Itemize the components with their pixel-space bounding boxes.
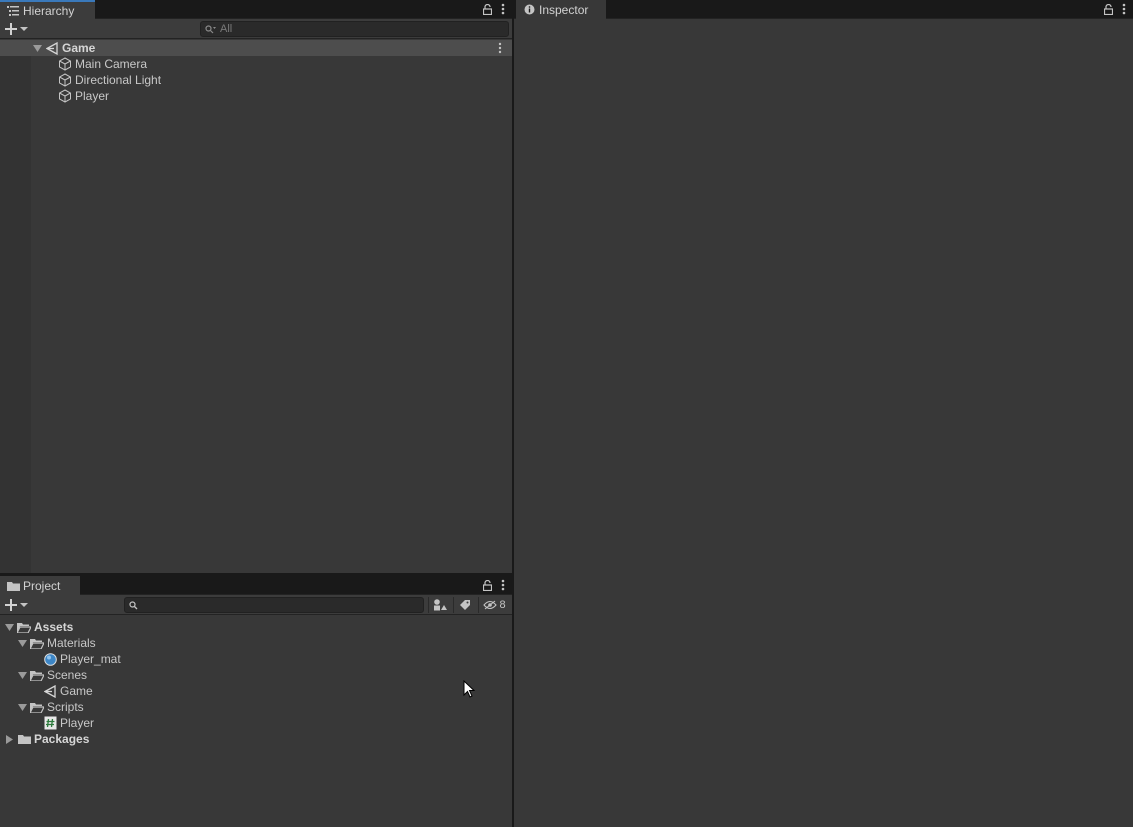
tree-item-scenes[interactable]: Scenes (17, 667, 87, 683)
tree-item-label: Scripts (47, 700, 84, 714)
hidden-count: 8 (499, 599, 506, 611)
hierarchy-search-placeholder: All (220, 23, 233, 35)
project-search-input[interactable] (124, 597, 424, 613)
expand-arrow-icon[interactable] (17, 702, 27, 712)
search-by-type-button[interactable] (428, 597, 450, 613)
tab-inspector-label: Inspector (539, 2, 589, 17)
plus-icon (5, 23, 17, 35)
cube-icon (58, 73, 72, 87)
more-options-icon[interactable] (498, 578, 508, 592)
tree-item-label: Assets (34, 620, 74, 634)
folder-icon (17, 732, 31, 746)
scene-name: Game (62, 41, 96, 55)
material-sphere-icon (43, 652, 57, 666)
hierarchy-gutter (0, 40, 31, 573)
lock-icon[interactable] (482, 578, 492, 592)
folder-open-icon (17, 620, 31, 634)
hierarchy-item-label: Main Camera (75, 57, 148, 71)
tree-item-label: Game (60, 684, 93, 698)
create-dropdown-button[interactable] (5, 21, 33, 37)
unity-scene-icon (43, 684, 57, 698)
tree-item-label: Scenes (47, 668, 88, 682)
tree-item-player-script[interactable]: Player (43, 715, 94, 731)
hidden-packages-toggle[interactable]: 8 (478, 597, 510, 613)
inspector-panel: Inspector (514, 0, 1133, 827)
tree-item-game-scene[interactable]: Game (43, 683, 93, 699)
expand-arrow-icon[interactable] (17, 670, 27, 680)
more-options-icon[interactable] (498, 2, 508, 16)
info-icon (522, 4, 536, 16)
tree-item-label: Player (60, 716, 95, 730)
tab-inspector[interactable]: Inspector (516, 0, 606, 19)
chevron-down-icon (20, 603, 28, 607)
create-dropdown-button[interactable] (5, 597, 33, 613)
folder-open-icon (30, 700, 44, 714)
hierarchy-item-label: Player (75, 89, 110, 103)
lock-icon[interactable] (482, 2, 492, 16)
search-icon (129, 600, 138, 609)
cube-icon (58, 89, 72, 103)
lock-icon[interactable] (1103, 2, 1113, 16)
filter-by-type-icon (433, 599, 447, 611)
tab-hierarchy-label: Hierarchy (23, 3, 75, 18)
tab-hierarchy[interactable]: Hierarchy (0, 0, 95, 19)
hierarchy-item[interactable]: Directional Light (58, 72, 161, 88)
tab-project-label: Project (23, 578, 61, 593)
more-options-icon[interactable] (1119, 2, 1129, 16)
csharp-script-icon (43, 716, 57, 730)
project-tabbar: Project (0, 576, 512, 595)
scene-row[interactable]: Game (0, 40, 512, 56)
unity-scene-icon (45, 41, 59, 55)
eye-hidden-icon (483, 600, 498, 610)
hierarchy-toolbar: All (0, 19, 512, 39)
tree-item-scripts[interactable]: Scripts (17, 699, 84, 715)
tree-item-assets[interactable]: Assets (4, 619, 73, 635)
hierarchy-search-input[interactable]: All (200, 21, 509, 37)
tab-project[interactable]: Project (0, 576, 80, 595)
tree-item-player-mat[interactable]: Player_mat (43, 651, 121, 667)
folder-open-icon (30, 668, 44, 682)
search-icon (205, 24, 216, 33)
hierarchy-tabbar: Hierarchy (0, 0, 512, 19)
chevron-down-icon (20, 27, 28, 31)
list-icon (6, 5, 20, 17)
tree-item-materials[interactable]: Materials (17, 635, 96, 651)
project-toolbar: 8 (0, 595, 512, 615)
folder-icon (6, 580, 20, 592)
collapse-arrow-icon[interactable] (4, 734, 14, 744)
project-panel: Project 8 Assets Materials Player_mat Sc… (0, 576, 512, 827)
hierarchy-panel: Hierarchy All Game Main Camera Direction… (0, 0, 512, 573)
folder-open-icon (30, 636, 44, 650)
expand-arrow-icon[interactable] (32, 43, 42, 53)
tree-item-label: Packages (34, 732, 90, 746)
inspector-tabbar: Inspector (514, 0, 1133, 19)
expand-arrow-icon[interactable] (4, 622, 14, 632)
cube-icon (58, 57, 72, 71)
plus-icon (5, 599, 17, 611)
hierarchy-item[interactable]: Main Camera (58, 56, 147, 72)
tree-item-packages[interactable]: Packages (4, 731, 89, 747)
hierarchy-item-label: Directional Light (75, 73, 162, 87)
hierarchy-item[interactable]: Player (58, 88, 109, 104)
search-by-label-button[interactable] (453, 597, 475, 613)
scene-more-icon[interactable] (498, 42, 502, 57)
mouse-cursor-icon (463, 679, 476, 701)
expand-arrow-icon[interactable] (17, 638, 27, 648)
tree-item-label: Materials (47, 636, 96, 650)
tag-icon (459, 600, 470, 610)
tree-item-label: Player_mat (60, 652, 121, 666)
